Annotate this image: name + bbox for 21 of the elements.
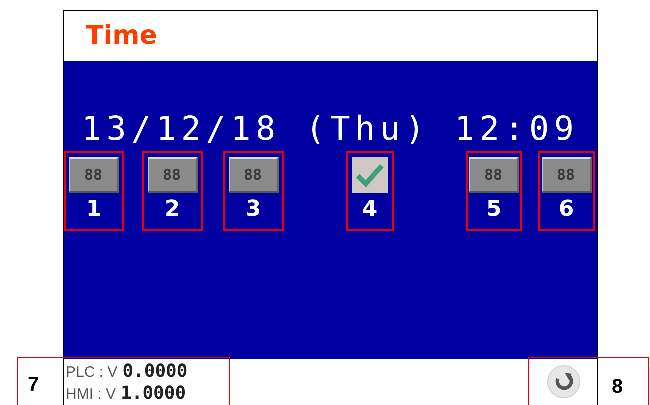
callout-number: 8: [612, 375, 624, 400]
slot-number: 1: [86, 196, 102, 224]
digit-button[interactable]: 88: [228, 157, 278, 193]
version-value: 1.0000: [121, 383, 186, 404]
version-label: HMI : V: [66, 385, 116, 405]
slot-number: 6: [558, 196, 574, 224]
slot-number: 2: [164, 196, 180, 224]
slot-number: 3: [246, 196, 262, 224]
slot-number: 4: [362, 196, 378, 224]
digit-button[interactable]: 88: [69, 157, 119, 193]
slot-number: 5: [486, 196, 502, 224]
digit-button[interactable]: 88: [542, 157, 592, 193]
check-icon[interactable]: [352, 157, 388, 193]
version-value: 0.0000: [122, 361, 188, 382]
date-time: 13/12/18 (Thu) 12:09: [82, 109, 580, 149]
screen-title: Time: [86, 20, 158, 52]
digit-button[interactable]: 88: [148, 157, 198, 193]
digit-button[interactable]: 88: [469, 157, 519, 193]
refresh-icon[interactable]: [547, 365, 581, 399]
version-label: PLC : V: [66, 363, 118, 383]
callout-number: 7: [28, 373, 40, 398]
